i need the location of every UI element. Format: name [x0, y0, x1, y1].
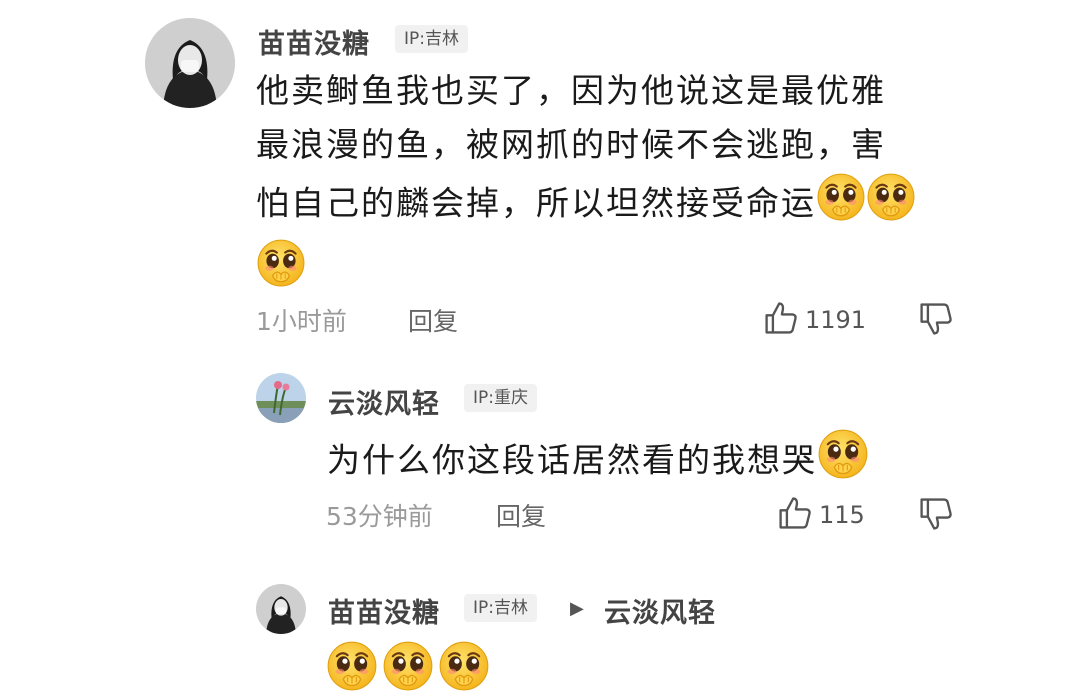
thumbs-up-icon [763, 300, 799, 340]
pleading-face-icon [256, 238, 306, 304]
username[interactable]: 云淡风轻 [328, 382, 440, 421]
timestamp: 1小时前 [256, 307, 347, 336]
like-button[interactable]: 1191 [763, 300, 866, 340]
pleading-face-icon [438, 640, 490, 696]
thumbs-down-icon [918, 301, 954, 341]
comment-line: 最浪漫的鱼，被网抓的时候不会逃跑，害 [256, 125, 886, 164]
comment-line [256, 238, 976, 304]
ip-location-badge: IP:吉林 [395, 25, 468, 53]
pleading-face-icon [817, 428, 869, 496]
reply-button[interactable]: 回复 [496, 497, 546, 533]
avatar[interactable] [256, 584, 306, 634]
username[interactable]: 苗苗没糖 [258, 22, 370, 61]
thumbs-down-icon [918, 496, 954, 536]
like-button[interactable]: 115 [777, 495, 865, 535]
pleading-face-icon [816, 172, 866, 238]
pleading-face-icon [382, 640, 434, 696]
dislike-button[interactable] [918, 496, 954, 536]
dislike-button[interactable] [918, 301, 954, 341]
reply-text-content: 为什么你这段话居然看的我想哭 [327, 440, 817, 480]
comment-line: 怕自己的麟会掉，所以坦然接受命运 [256, 172, 976, 238]
ip-location-badge: IP:重庆 [464, 384, 537, 412]
timestamp: 53分钟前 [326, 502, 433, 531]
username[interactable]: 苗苗没糖 [328, 591, 440, 630]
thumbs-up-icon [777, 495, 813, 535]
reply-to-arrow-icon: ▶ [570, 598, 584, 619]
pleading-face-icon [326, 640, 378, 696]
comment-text: 他卖鲥鱼我也买了，因为他说这是最优雅 最浪漫的鱼，被网抓的时候不会逃跑，害 怕自… [256, 64, 976, 304]
reply-emojis [326, 640, 490, 696]
like-count: 1191 [805, 306, 867, 334]
comment-line-text: 怕自己的麟会掉，所以坦然接受命运 [256, 183, 816, 223]
reply-text: 为什么你这段话居然看的我想哭 [327, 428, 869, 496]
reply-button[interactable]: 回复 [408, 302, 458, 338]
like-count: 115 [819, 501, 865, 529]
avatar[interactable] [256, 373, 306, 423]
avatar[interactable] [145, 18, 235, 108]
comment-line: 他卖鲥鱼我也买了，因为他说这是最优雅 [256, 71, 886, 110]
reply-target-username[interactable]: 云淡风轻 [604, 591, 716, 630]
pleading-face-icon [866, 172, 916, 238]
ip-location-badge: IP:吉林 [464, 594, 537, 622]
